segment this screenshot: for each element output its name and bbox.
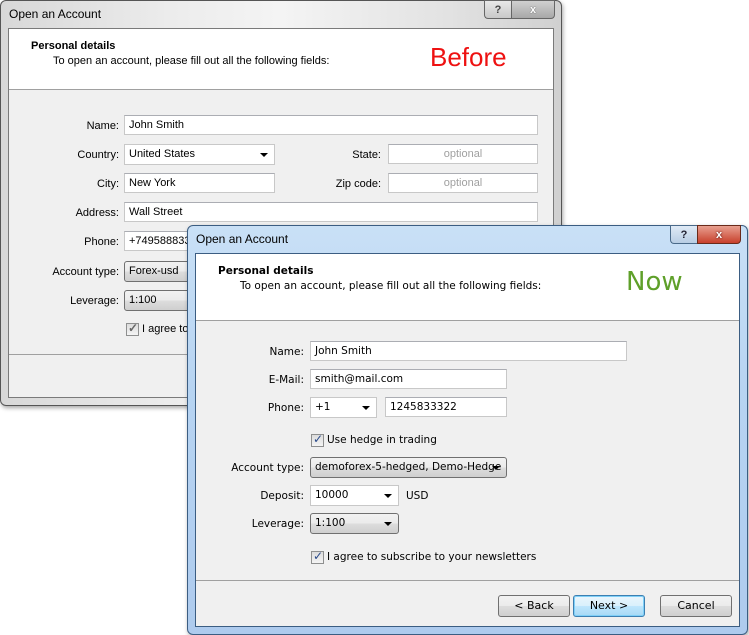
before-window-title: Open an Account — [9, 7, 102, 21]
now-newsletter-label: I agree to subscribe to your newsletters — [327, 551, 537, 563]
chevron-down-icon — [492, 466, 500, 470]
before-stamp: Before — [430, 42, 507, 72]
before-agree-checkbox[interactable] — [126, 321, 139, 336]
before-close-button[interactable]: x — [511, 0, 555, 19]
before-account-type-label: Account type: — [52, 266, 119, 278]
before-country-value: United States — [129, 148, 196, 160]
next-button[interactable]: Next > — [573, 595, 645, 617]
before-zip-input[interactable]: optional — [388, 173, 538, 193]
now-help-button[interactable]: ? — [670, 225, 697, 244]
help-icon: ? — [494, 3, 502, 16]
now-deposit-label: Deposit: — [260, 490, 304, 502]
now-close-button[interactable]: x — [697, 225, 741, 244]
before-address-input[interactable]: Wall Street — [124, 202, 538, 222]
now-newsletter-checkbox[interactable] — [311, 549, 324, 564]
before-header-panel: Personal details To open an account, ple… — [9, 29, 553, 90]
now-title-bar[interactable]: Open an Account ? x — [188, 225, 747, 254]
now-deposit-currency: USD — [406, 490, 429, 502]
before-address-label: Address: — [75, 207, 119, 219]
now-phone-number-input[interactable]: 1245833322 — [385, 397, 507, 417]
before-help-button[interactable]: ? — [484, 0, 511, 19]
now-phone-code-select[interactable]: +1 — [310, 397, 377, 418]
close-icon: x — [529, 3, 537, 16]
now-email-input[interactable]: smith@mail.com — [310, 369, 507, 389]
chevron-down-icon — [260, 153, 268, 157]
now-name-input[interactable]: John Smith — [310, 341, 627, 361]
before-leverage-value: 1:100 — [129, 294, 157, 306]
now-deposit-select[interactable]: 10000 — [310, 485, 399, 506]
before-state-label: State: — [352, 149, 381, 161]
before-account-type-value: Forex-usd — [129, 265, 179, 277]
now-dialog-window: Open an Account ? x Personal details To … — [187, 225, 748, 635]
now-hedge-checkbox[interactable] — [311, 432, 324, 447]
now-hedge-label: Use hedge in trading — [327, 434, 437, 446]
before-name-input[interactable]: John Smith — [124, 115, 538, 135]
now-leverage-label: Leverage: — [251, 518, 304, 530]
chevron-down-icon — [362, 406, 370, 410]
now-window-title: Open an Account — [196, 232, 289, 246]
now-leverage-value: 1:100 — [315, 517, 346, 529]
now-email-label: E-Mail: — [268, 374, 304, 386]
now-leverage-select[interactable]: 1:100 — [310, 513, 399, 534]
before-city-input[interactable]: New York — [124, 173, 275, 193]
now-header-title: Personal details — [218, 265, 314, 277]
before-name-label: Name: — [86, 120, 119, 132]
close-icon: x — [715, 228, 723, 241]
back-button[interactable]: < Back — [498, 595, 570, 617]
chevron-down-icon — [384, 522, 392, 526]
now-stamp: Now — [626, 267, 683, 297]
before-header-subtitle: To open an account, please fill out all … — [53, 55, 330, 67]
now-footer-divider — [196, 580, 739, 581]
now-deposit-value: 10000 — [315, 489, 349, 501]
now-phone-code-value: +1 — [315, 401, 331, 413]
now-header-subtitle: To open an account, please fill out all … — [240, 280, 542, 292]
now-name-label: Name: — [269, 346, 304, 358]
now-header-panel: Personal details To open an account, ple… — [196, 254, 739, 321]
before-phone-label: Phone: — [84, 236, 119, 248]
before-title-bar[interactable]: Open an Account ? x — [1, 0, 561, 29]
now-phone-label: Phone: — [267, 402, 304, 414]
before-leverage-label: Leverage: — [70, 295, 119, 307]
before-header-title: Personal details — [31, 40, 116, 52]
before-city-label: City: — [97, 178, 119, 190]
now-account-type-select[interactable]: demoforex-5-hedged, Demo-Hedge — [310, 457, 507, 478]
now-account-type-value: demoforex-5-hedged, Demo-Hedge — [315, 461, 502, 473]
help-icon: ? — [680, 228, 688, 241]
before-zip-label: Zip code: — [335, 178, 381, 190]
now-account-type-label: Account type: — [231, 462, 304, 474]
now-client-area: Personal details To open an account, ple… — [195, 253, 740, 627]
before-state-input[interactable]: optional — [388, 144, 538, 164]
chevron-down-icon — [384, 494, 392, 498]
before-country-select[interactable]: United States — [124, 144, 275, 165]
before-country-label: Country: — [77, 149, 119, 161]
cancel-button[interactable]: Cancel — [660, 595, 732, 617]
before-agree-label: I agree to — [142, 323, 189, 335]
